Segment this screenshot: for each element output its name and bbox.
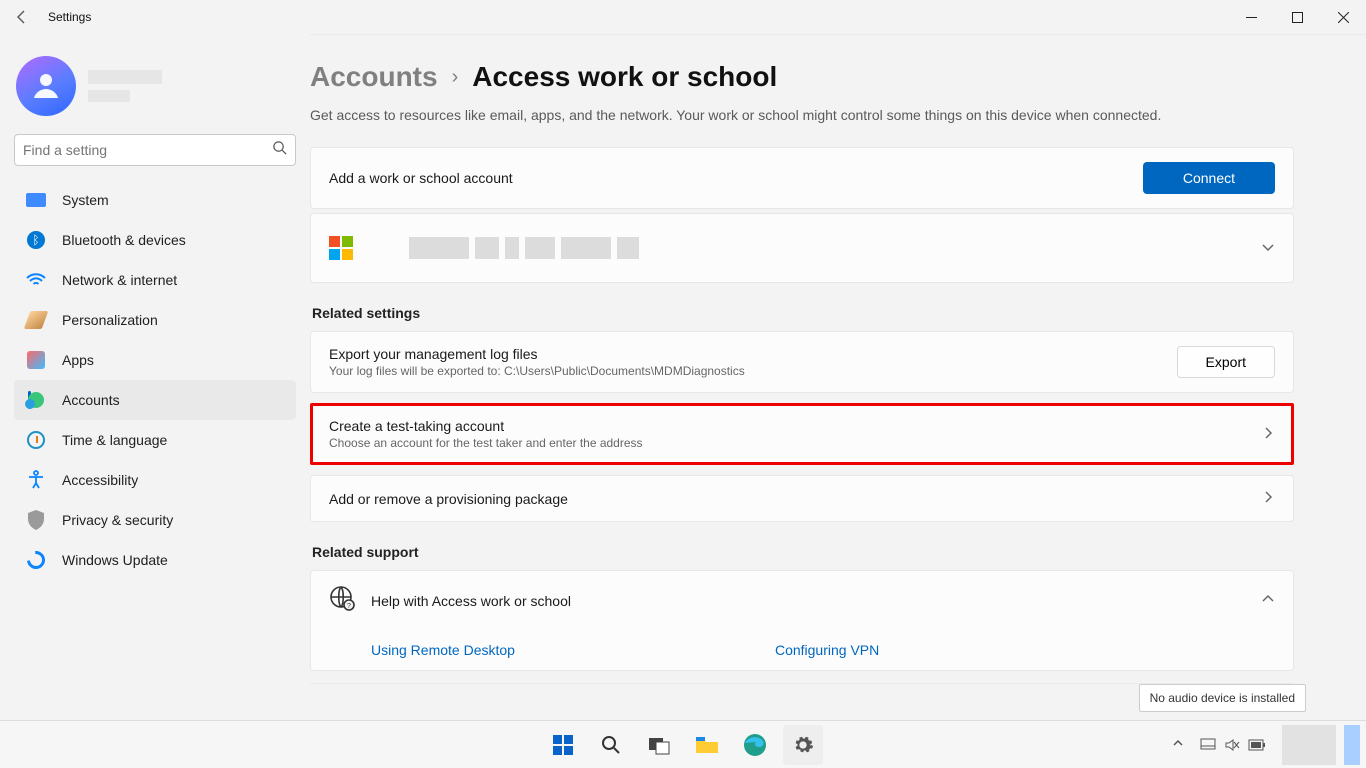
- update-icon: [26, 550, 46, 570]
- tray-chevron-icon[interactable]: [1172, 736, 1184, 754]
- nav-accounts[interactable]: Accounts: [14, 380, 296, 420]
- nav-system[interactable]: System: [14, 180, 296, 220]
- provisioning-row[interactable]: Add or remove a provisioning package: [310, 475, 1294, 522]
- task-view-button[interactable]: [639, 725, 679, 765]
- help-link-vpn[interactable]: Configuring VPN: [775, 642, 879, 658]
- microsoft-logo-icon: [329, 236, 353, 260]
- sidebar: System ᛒ Bluetooth & devices Network & i…: [0, 34, 310, 720]
- test-title: Create a test-taking account: [329, 418, 643, 434]
- nav-label: Accounts: [62, 392, 120, 408]
- breadcrumb-parent[interactable]: Accounts: [310, 61, 438, 93]
- connect-button[interactable]: Connect: [1143, 162, 1275, 194]
- test-sub: Choose an account for the test taker and…: [329, 436, 643, 450]
- globe-help-icon: ?: [329, 585, 355, 616]
- notifications-button[interactable]: [1344, 725, 1360, 765]
- export-log-row: Export your management log files Your lo…: [310, 331, 1294, 393]
- nav-privacy[interactable]: Privacy & security: [14, 500, 296, 540]
- main-content: Accounts › Access work or school Get acc…: [310, 35, 1310, 684]
- nav-label: Time & language: [62, 432, 167, 448]
- system-tray[interactable]: [1192, 738, 1274, 752]
- chevron-right-icon: [1261, 490, 1275, 507]
- nav-label: Accessibility: [62, 472, 138, 488]
- display-icon: [26, 190, 46, 210]
- settings-taskbar-button[interactable]: [783, 725, 823, 765]
- section-related-support: Related support: [312, 544, 1294, 560]
- search-box[interactable]: [14, 134, 296, 166]
- maximize-button[interactable]: [1274, 0, 1320, 34]
- nav-time-language[interactable]: Time & language: [14, 420, 296, 460]
- nav-label: Bluetooth & devices: [62, 232, 186, 248]
- titlebar: Settings: [0, 0, 1366, 34]
- nav-apps[interactable]: Apps: [14, 340, 296, 380]
- audio-muted-icon: [1224, 738, 1240, 752]
- bluetooth-icon: ᛒ: [26, 230, 46, 250]
- export-button[interactable]: Export: [1177, 346, 1275, 378]
- shield-icon: [26, 510, 46, 530]
- edge-button[interactable]: [735, 725, 775, 765]
- help-links: Using Remote Desktop Configuring VPN: [311, 630, 1293, 670]
- clock-icon: [26, 430, 46, 450]
- accounts-icon: [26, 390, 46, 410]
- page-subtitle: Get access to resources like email, apps…: [310, 107, 1294, 123]
- nav-label: System: [62, 192, 109, 208]
- chevron-right-icon: ›: [452, 66, 459, 89]
- close-button[interactable]: [1320, 0, 1366, 34]
- battery-icon: [1248, 739, 1266, 751]
- breadcrumb: Accounts › Access work or school: [310, 61, 1294, 93]
- nav-label: Windows Update: [62, 552, 168, 568]
- connected-account-row[interactable]: [310, 213, 1294, 283]
- chevron-down-icon: [1261, 240, 1275, 257]
- nav-label: Network & internet: [62, 272, 177, 288]
- touchpad-icon: [1200, 738, 1216, 752]
- page-title: Access work or school: [472, 61, 777, 93]
- nav-list: System ᛒ Bluetooth & devices Network & i…: [14, 180, 296, 580]
- clock-area-redacted[interactable]: [1282, 725, 1336, 765]
- help-link-remote-desktop[interactable]: Using Remote Desktop: [371, 642, 515, 658]
- back-button[interactable]: [0, 0, 44, 34]
- avatar: [16, 56, 76, 116]
- nav-label: Apps: [62, 352, 94, 368]
- profile-block[interactable]: [16, 56, 296, 116]
- brush-icon: [26, 310, 46, 330]
- nav-bluetooth[interactable]: ᛒ Bluetooth & devices: [14, 220, 296, 260]
- nav-windows-update[interactable]: Windows Update: [14, 540, 296, 580]
- add-account-label: Add a work or school account: [329, 170, 513, 186]
- minimize-button[interactable]: [1228, 0, 1274, 34]
- add-account-card: Add a work or school account Connect: [310, 147, 1294, 209]
- chevron-up-icon: [1261, 592, 1275, 609]
- nav-label: Privacy & security: [62, 512, 173, 528]
- section-related-settings: Related settings: [312, 305, 1294, 321]
- help-title: Help with Access work or school: [371, 593, 571, 609]
- nav-label: Personalization: [62, 312, 158, 328]
- search-icon: [272, 140, 287, 160]
- create-test-account-row[interactable]: Create a test-taking account Choose an a…: [310, 403, 1294, 465]
- start-button[interactable]: [543, 725, 583, 765]
- wifi-icon: [26, 270, 46, 290]
- svg-text:?: ?: [347, 603, 351, 610]
- export-title: Export your management log files: [329, 346, 745, 362]
- help-row[interactable]: ? Help with Access work or school Using …: [310, 570, 1294, 671]
- nav-network[interactable]: Network & internet: [14, 260, 296, 300]
- taskbar-search-button[interactable]: [591, 725, 631, 765]
- window-title: Settings: [48, 10, 91, 24]
- taskbar: [0, 720, 1366, 768]
- nav-accessibility[interactable]: Accessibility: [14, 460, 296, 500]
- nav-personalization[interactable]: Personalization: [14, 300, 296, 340]
- accessibility-icon: [26, 470, 46, 490]
- profile-name-redacted: [88, 70, 162, 102]
- file-explorer-button[interactable]: [687, 725, 727, 765]
- audio-tooltip: No audio device is installed: [1139, 684, 1306, 712]
- export-sub: Your log files will be exported to: C:\U…: [329, 364, 745, 378]
- account-name-redacted: [409, 237, 639, 259]
- apps-icon: [26, 350, 46, 370]
- search-input[interactable]: [23, 142, 272, 158]
- provisioning-title: Add or remove a provisioning package: [329, 491, 568, 507]
- chevron-right-icon: [1261, 426, 1275, 443]
